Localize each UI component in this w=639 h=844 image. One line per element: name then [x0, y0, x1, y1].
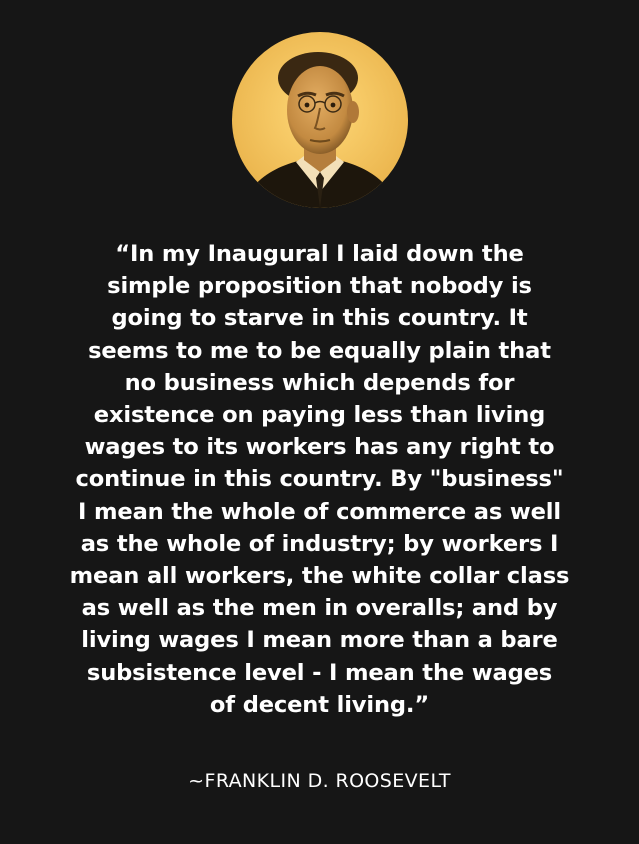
quote-line: continue in this country. By "business"	[75, 466, 564, 493]
quote-text: “In my Inaugural I laid down the simple …	[30, 238, 609, 721]
quote-line: I mean the whole of commerce as well	[78, 498, 561, 525]
quote-line: wages to its workers has any right to	[84, 434, 555, 461]
quote-line: existence on paying less than living	[93, 402, 546, 429]
quote-line: living wages I mean more than a bare	[81, 627, 558, 654]
quote-line: mean all workers, the white collar class	[69, 563, 570, 590]
quote-line: as well as the men in overalls; and by	[81, 595, 558, 622]
quote-line: “In my Inaugural I laid down the	[115, 241, 524, 267]
author-portrait	[232, 32, 408, 208]
right-eye	[330, 102, 336, 108]
quote-attribution: ~FRANKLIN D. ROOSEVELT	[188, 770, 451, 792]
portrait-illustration	[232, 32, 408, 208]
quote-line: of decent living.”	[209, 691, 430, 718]
quote-line: as the whole of industry; by workers I	[80, 530, 559, 557]
quote-line: going to starve in this country. It	[111, 305, 528, 332]
quote-line: subsistence level - I mean the wages	[86, 659, 553, 686]
quote-line: seems to me to be equally plain that	[88, 337, 551, 364]
left-eye	[304, 102, 310, 108]
quote-line: simple proposition that nobody is	[107, 273, 532, 300]
quote-line: no business which depends for	[124, 369, 515, 396]
ear	[347, 101, 359, 123]
